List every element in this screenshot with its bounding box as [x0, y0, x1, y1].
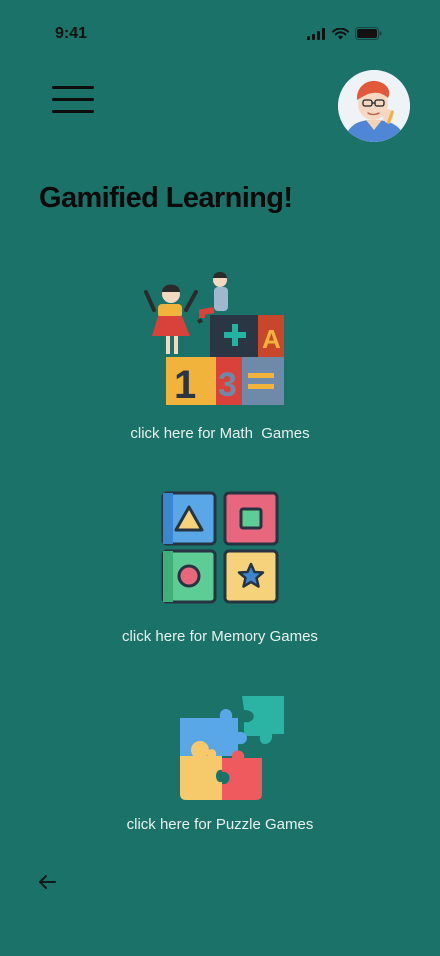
status-bar: 9:41	[0, 0, 440, 60]
puzzle-games-label: click here for Puzzle Games	[126, 816, 314, 833]
signal-icon	[307, 27, 325, 40]
status-icons	[307, 27, 382, 40]
page-title: Gamified Learning!	[39, 182, 293, 214]
menu-button[interactable]	[52, 84, 96, 116]
memory-games-label: click here for Memory Games	[122, 628, 318, 645]
battery-icon	[355, 27, 382, 40]
avatar[interactable]	[338, 70, 410, 142]
puzzle-pieces-icon	[180, 696, 284, 800]
svg-text:1: 1	[174, 363, 196, 407]
math-games-label: click here for Math Games	[130, 425, 310, 442]
back-button[interactable]	[36, 870, 60, 894]
svg-text:3: 3	[218, 366, 237, 404]
math-illustration-icon: A 1 3	[144, 272, 284, 407]
arrow-left-icon	[39, 875, 56, 889]
memory-shapes-icon	[161, 491, 279, 604]
svg-text:A: A	[262, 324, 281, 354]
math-games-card[interactable]: A 1 3 click here for Math Games	[0, 270, 440, 450]
status-time: 9:41	[55, 25, 88, 42]
puzzle-games-card[interactable]: click here for Puzzle Games	[0, 690, 440, 840]
memory-games-card[interactable]: click here for Memory Games	[0, 490, 440, 650]
wifi-icon	[332, 27, 349, 39]
user-avatar-icon	[338, 70, 410, 142]
